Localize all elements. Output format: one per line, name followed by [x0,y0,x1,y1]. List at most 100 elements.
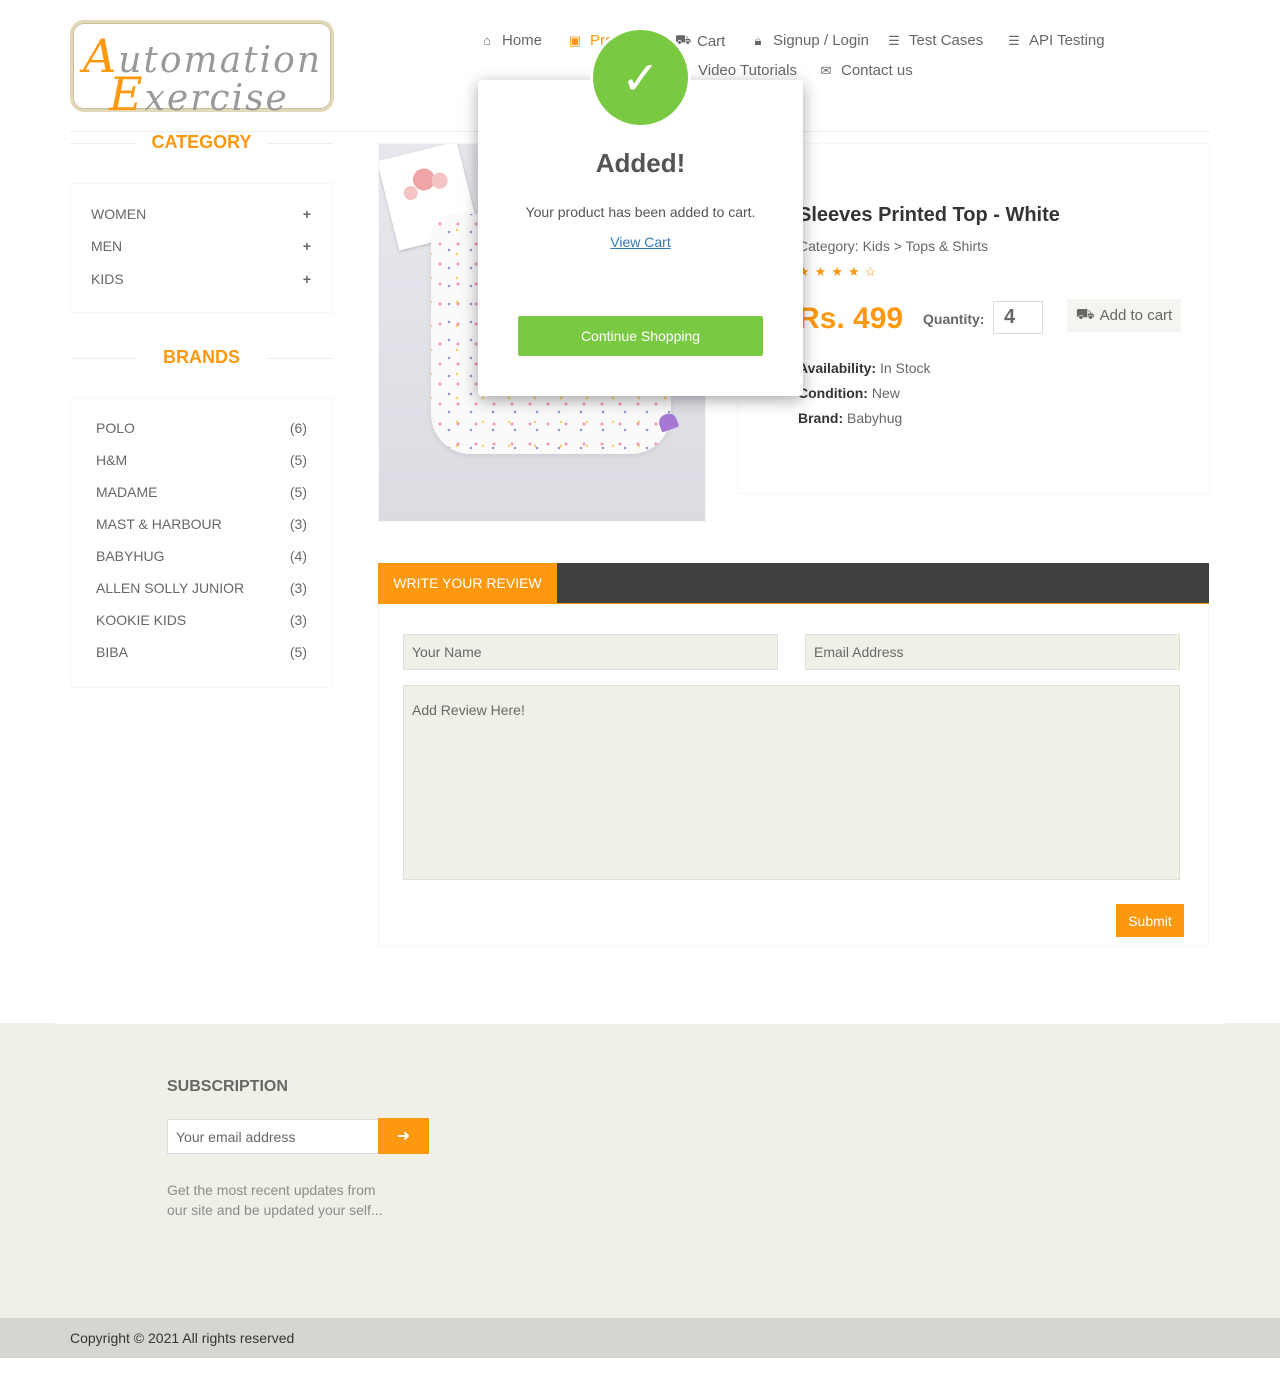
star-icon: ★ [847,264,865,279]
plus-icon[interactable]: + [303,238,311,254]
brands-panel: POLO (6) H&M (5) MADAME (5) MAST & HARBOUR (… [70,397,333,688]
brand-row: Brand: Babyhug [798,410,902,426]
footer [0,1023,1280,1318]
nav-video-label: Video Tutorials [698,62,797,79]
review-email-input[interactable] [805,634,1180,670]
availability-value: In Stock [879,360,931,376]
copyright-text: Copyright © 2021 All rights reserved [70,1330,295,1346]
brand-count: (5) [289,644,307,660]
category-men[interactable]: MEN + [91,238,311,254]
nav-contact[interactable]: ✉ Contact us [819,62,913,79]
subscription-title: SUBSCRIPTION [167,1078,288,1095]
nav-test-cases[interactable]: ☰ Test Cases [887,32,983,49]
logo-cap-e: E [109,67,145,121]
nav-signup-label: Signup / Login [773,32,869,49]
quantity-label: Quantity: [923,311,985,327]
brand-count: (3) [289,612,307,628]
nav-video-tutorials[interactable]: ▶Video Tutorials [676,62,797,79]
modal-title: Added! [595,148,686,178]
nav-api-testing-label: API Testing [1029,32,1105,49]
review-textarea[interactable] [403,685,1180,880]
briefcase-icon: ▣ [568,32,582,48]
add-to-cart-button[interactable]: ⛟ Add to cart [1067,299,1181,332]
review-tab-bar: WRITE YOUR REVIEW [378,563,1209,604]
availability-label: Availability: [798,360,877,376]
product-price: Rs. 499 [798,302,904,335]
subscribe-button[interactable]: ➜ [378,1118,429,1154]
arrow-circle-right-icon: ➜ [396,1128,411,1145]
lock-icon: 🔒︎ [754,32,762,48]
brand-item[interactable]: MAST & HARBOUR (3) [96,516,307,532]
list-icon: ☰ [1008,32,1020,48]
continue-shopping-button[interactable]: Continue Shopping [518,316,763,356]
nav-signup[interactable]: 🔒︎ Signup / Login [751,32,869,49]
brand-name: BIBA [96,644,128,660]
brands-title: BRANDS [70,347,333,368]
brand-count: (6) [289,420,307,436]
brand-item[interactable]: MADAME (5) [96,484,307,500]
logo-text-2: xercise [144,78,289,119]
envelope-icon: ✉ [820,62,832,78]
quantity-input[interactable] [993,301,1043,334]
category-label: MEN [91,238,123,254]
brand-label: Brand: [798,410,844,426]
plus-icon[interactable]: + [303,206,311,222]
availability-row: Availability: In Stock [798,360,931,376]
nav-contact-label: Contact us [841,62,913,79]
condition-label: Condition: [798,385,868,401]
brand-count: (3) [289,516,307,532]
view-cart-link[interactable]: View Cart [478,234,803,250]
category-panel: WOMEN + MEN + KIDS + [70,183,333,313]
nav-api-testing[interactable]: ☰ API Testing [1007,32,1105,49]
brand-item[interactable]: KOOKIE KIDS (3) [96,612,307,628]
cart-icon: ⛟ [1075,306,1095,323]
add-to-cart-label: Add to cart [1099,307,1173,324]
category-women[interactable]: WOMEN + [91,206,311,222]
check-icon: ✓ [621,51,660,104]
brand-value: Babyhug [847,410,903,426]
condition-row: Condition: New [798,385,900,401]
footer-divider [55,1023,1225,1024]
tab-write-review[interactable]: WRITE YOUR REVIEW [378,563,557,603]
condition-value: New [871,385,900,401]
brand-name: H&M [96,452,128,468]
subscribe-email-input[interactable] [167,1119,379,1154]
brand-count: (3) [289,580,307,596]
brand-item[interactable]: BIBA (5) [96,644,307,660]
brand-name: POLO [96,420,135,436]
star-icon: ★ [831,264,848,279]
nav-home[interactable]: ⌂ Home [480,32,542,49]
product-category: Category: Kids > Tops & Shirts [798,238,988,254]
plus-icon[interactable]: + [303,271,311,287]
site-logo[interactable]: Automation Exercise [70,20,334,121]
nav-home-label: Home [502,32,543,49]
subscription-text: Get the most recent updates from our sit… [167,1182,383,1218]
home-icon: ⌂ [483,33,491,48]
product-name: Sleeves Printed Top - White [798,204,1060,226]
list-icon: ☰ [888,32,900,48]
modal-message: Your product has been added to cart. [525,204,756,220]
submit-review-button[interactable]: Submit [1116,904,1184,937]
brand-count: (4) [289,548,307,564]
brand-name: ALLEN SOLLY JUNIOR [96,580,245,596]
nav-cart-label: Cart [697,32,726,50]
brand-name: KOOKIE KIDS [96,612,187,628]
brand-item[interactable]: ALLEN SOLLY JUNIOR (3) [96,580,307,596]
category-label: KIDS [91,271,124,287]
review-name-input[interactable] [403,634,778,670]
brand-name: BABYHUG [96,548,165,564]
brand-item[interactable]: H&M (5) [96,452,307,468]
brand-count: (5) [289,484,307,500]
brand-item[interactable]: POLO (6) [96,420,307,436]
brand-name: MADAME [96,484,158,500]
nav-cart[interactable]: ⛟ Cart [675,32,725,50]
success-badge: ✓ [593,30,688,125]
brand-name: MAST & HARBOUR [96,516,222,532]
product-rating: ★★★★☆ [798,264,881,280]
star-half-icon: ☆ [864,264,882,279]
category-title: CATEGORY [70,132,333,153]
category-kids[interactable]: KIDS + [91,271,311,287]
nav-test-cases-label: Test Cases [909,32,984,49]
star-icon: ★ [814,264,832,279]
brand-item[interactable]: BABYHUG (4) [96,548,307,564]
